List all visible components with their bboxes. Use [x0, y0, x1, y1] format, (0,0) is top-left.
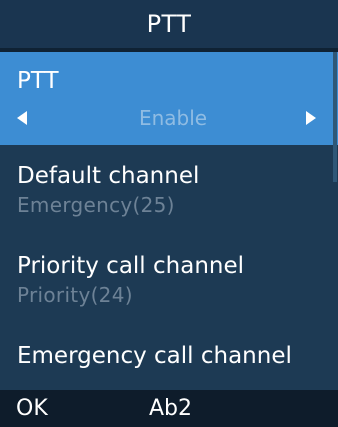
input-mode-indicator: Ab2	[149, 396, 193, 421]
setting-item-priority-call-channel[interactable]: Priority call channel Priority(24)	[0, 235, 338, 325]
setting-label-ptt: PTT	[17, 68, 59, 94]
setting-value-default-channel: Emergency(25)	[17, 193, 175, 217]
list-scrollbar[interactable]	[333, 52, 337, 182]
page-title: PTT	[0, 0, 338, 48]
ptt-settings-screen: PTT PTT Enable Default channel Emergency…	[0, 0, 338, 427]
setting-label-priority-call-channel: Priority call channel	[17, 253, 245, 279]
setting-item-default-channel[interactable]: Default channel Emergency(25)	[0, 145, 338, 235]
softkey-ok[interactable]: OK	[16, 394, 48, 424]
ptt-value-selector[interactable]: Enable	[0, 104, 338, 132]
settings-list: PTT Enable Default channel Emergency(25)…	[0, 52, 338, 369]
triangle-right-icon[interactable]	[306, 111, 316, 125]
setting-label-default-channel: Default channel	[17, 163, 200, 189]
setting-item-emergency-call-channel[interactable]: Emergency call channel	[0, 325, 338, 369]
setting-value-ptt: Enable	[138, 106, 208, 130]
softkey-bar: OK Ab2	[0, 390, 338, 427]
setting-item-ptt[interactable]: PTT Enable	[0, 52, 338, 145]
setting-label-emergency-call-channel: Emergency call channel	[17, 343, 292, 369]
setting-value-priority-call-channel: Priority(24)	[17, 283, 133, 307]
page-title-text: PTT	[146, 10, 192, 38]
